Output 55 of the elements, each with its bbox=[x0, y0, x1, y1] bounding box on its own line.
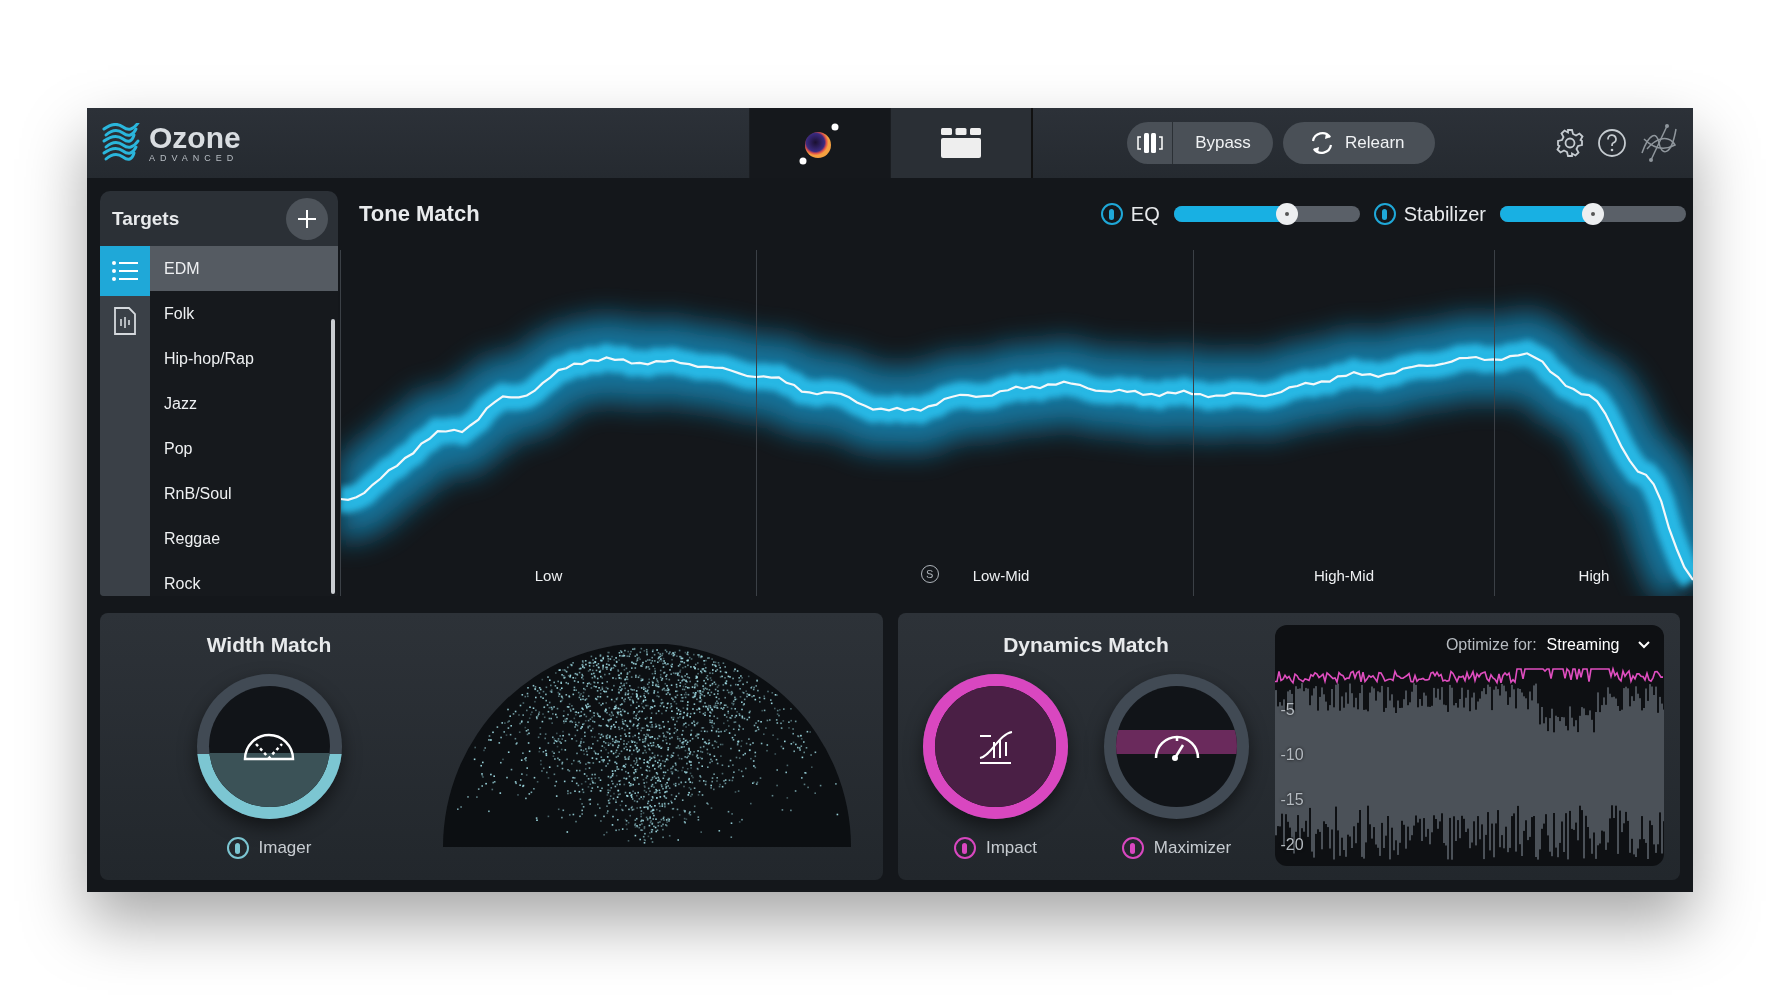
target-item[interactable]: Hip-hop/Rap bbox=[150, 336, 338, 381]
settings-icon[interactable] bbox=[1555, 128, 1585, 158]
module-label: Maximizer bbox=[1153, 838, 1232, 858]
refresh-icon bbox=[1309, 130, 1335, 156]
chevron-down-icon bbox=[1637, 641, 1650, 649]
band-label: High bbox=[1578, 567, 1610, 584]
help-icon[interactable] bbox=[1597, 128, 1627, 158]
optimize-dropdown[interactable]: Streaming bbox=[1546, 636, 1650, 654]
level-scale-label: -5 bbox=[1280, 701, 1295, 719]
control-label: Stabilizer bbox=[1403, 202, 1486, 226]
app-edition: ADVANCED bbox=[149, 153, 240, 163]
module-label: Impact bbox=[986, 838, 1037, 858]
band-label: Low bbox=[534, 567, 563, 584]
target-item[interactable]: EDM bbox=[150, 246, 338, 291]
power-toggle[interactable] bbox=[954, 837, 976, 859]
target-item[interactable]: Pop bbox=[150, 426, 338, 471]
compare-button[interactable] bbox=[1127, 122, 1173, 164]
band-label: High-Mid bbox=[1314, 567, 1374, 584]
band-label: Low-Mid bbox=[972, 567, 1030, 584]
view-tab[interactable] bbox=[749, 108, 890, 178]
panel-title: Width Match bbox=[206, 631, 332, 658]
panel-title: Dynamics Match bbox=[1003, 631, 1169, 658]
stereo-meter-icon bbox=[242, 731, 296, 762]
power-toggle[interactable] bbox=[1121, 837, 1144, 859]
target-item[interactable]: Reggae bbox=[150, 516, 338, 561]
scrollbar[interactable] bbox=[331, 319, 335, 594]
panel-title: Targets bbox=[112, 207, 180, 230]
relearn-button[interactable]: Relearn bbox=[1283, 122, 1435, 164]
level-scale-label: -15 bbox=[1280, 791, 1304, 809]
target-item[interactable]: Rock bbox=[150, 561, 338, 596]
target-item[interactable]: Folk bbox=[150, 291, 338, 336]
plus-icon bbox=[297, 208, 317, 229]
control-label: EQ bbox=[1130, 202, 1160, 226]
audio-file-icon bbox=[113, 307, 137, 335]
power-toggle[interactable] bbox=[1100, 203, 1123, 225]
target-item[interactable]: RnB/Soul bbox=[150, 471, 338, 516]
power-toggle[interactable] bbox=[1373, 203, 1396, 225]
optimize-label: Optimize for: bbox=[1445, 636, 1537, 654]
power-toggle[interactable] bbox=[226, 837, 249, 859]
waves-logo-icon bbox=[101, 123, 141, 163]
level-scale-label: -10 bbox=[1280, 746, 1304, 764]
section-title: Tone Match bbox=[359, 201, 480, 227]
level-scale-label: -20 bbox=[1280, 836, 1304, 854]
target-item[interactable]: Jazz bbox=[150, 381, 338, 426]
blocks-icon bbox=[941, 128, 981, 158]
slider[interactable] bbox=[1500, 206, 1686, 222]
bypass-button[interactable]: Bypass bbox=[1173, 122, 1273, 164]
list-icon bbox=[112, 261, 138, 281]
module-label: Imager bbox=[258, 838, 312, 858]
view-tab[interactable] bbox=[890, 108, 1031, 178]
compare-icon bbox=[1136, 132, 1163, 154]
add-button[interactable] bbox=[286, 197, 328, 240]
signature-icon[interactable] bbox=[1639, 123, 1679, 163]
slider[interactable] bbox=[1173, 206, 1360, 222]
app-logo-name: Ozone bbox=[149, 123, 241, 153]
